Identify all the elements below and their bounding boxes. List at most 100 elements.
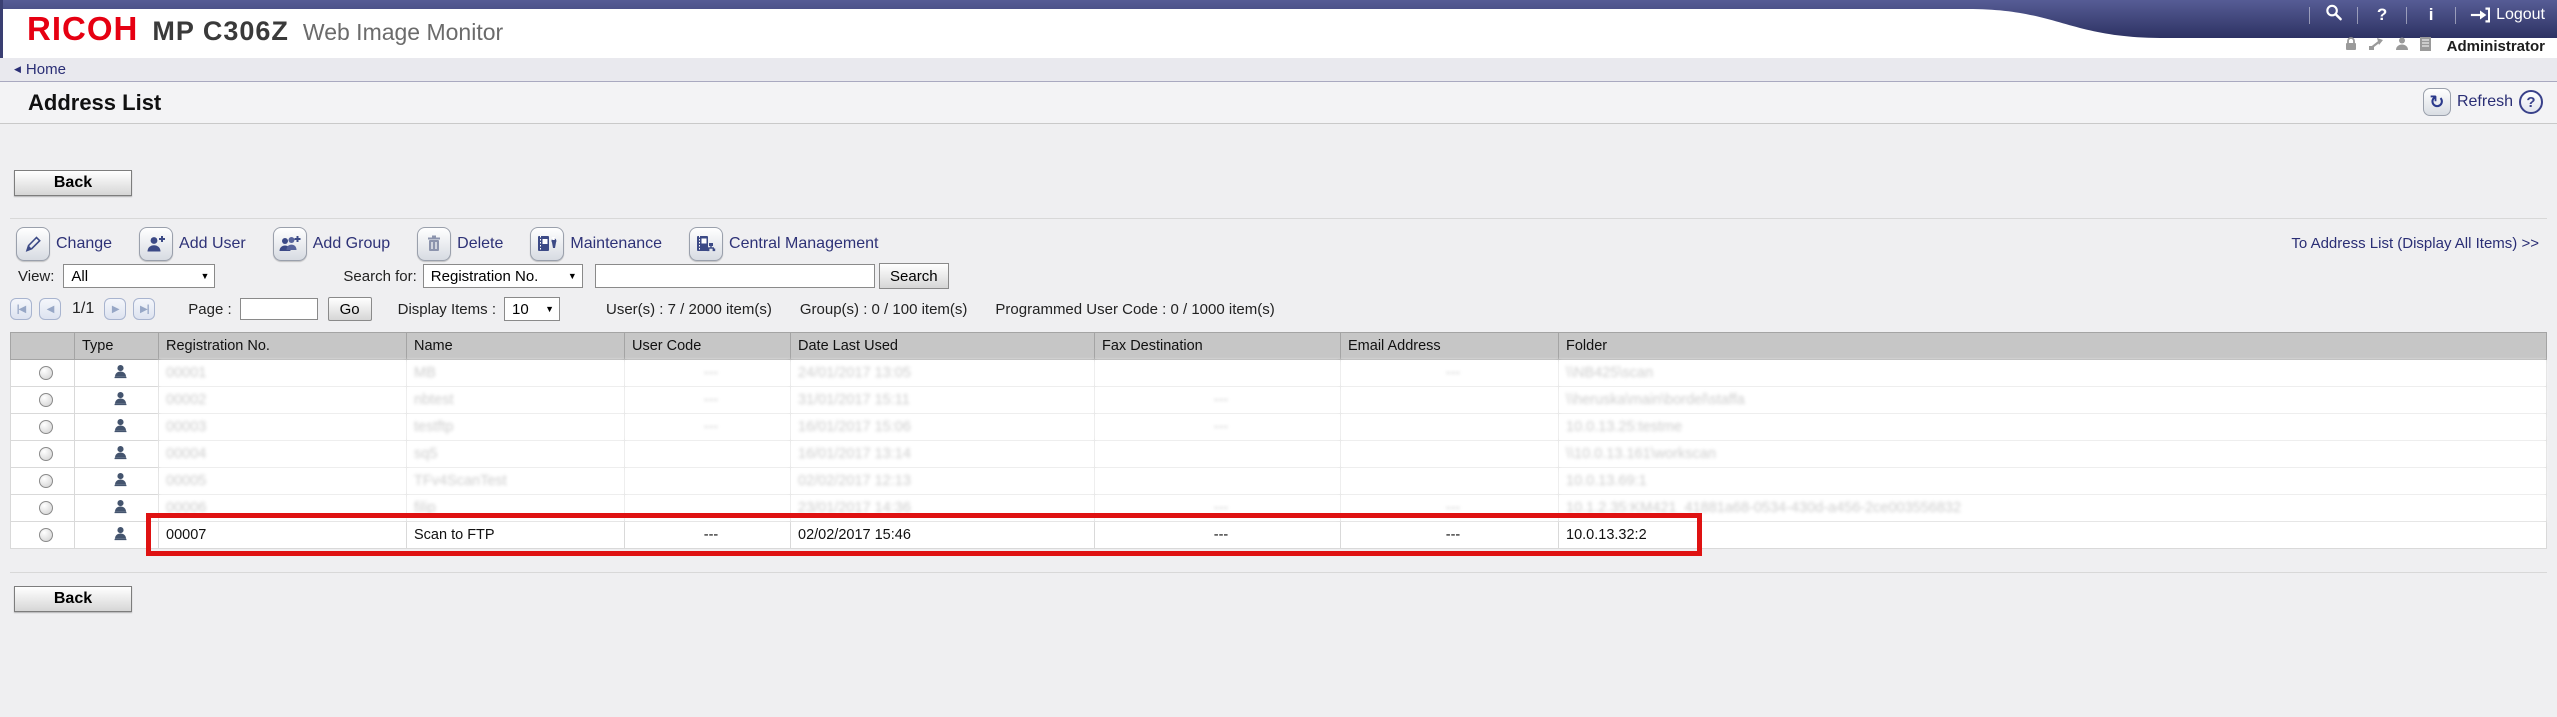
first-page-button[interactable]: |◀: [10, 298, 32, 320]
search-input[interactable]: [595, 264, 875, 288]
central-management-button[interactable]: Central Management: [689, 227, 878, 261]
cell-name: nbtest: [407, 387, 625, 414]
network-icon: [2368, 36, 2385, 57]
row-select-radio[interactable]: [39, 366, 53, 380]
row-select-cell: [11, 495, 75, 522]
row-type-cell: [75, 495, 159, 522]
search-icon[interactable]: [2324, 3, 2343, 27]
filter-row: View: All ▼ Search for: Registration No.…: [18, 263, 949, 289]
cell-name: Scan to FTP: [407, 522, 625, 549]
cell-name: TFv4ScanTest: [407, 468, 625, 495]
cell-fax-destination: [1095, 360, 1341, 387]
cell-user-code: [625, 468, 791, 495]
cell-user-code: ---: [625, 387, 791, 414]
row-select-radio[interactable]: [39, 393, 53, 407]
divider: [2309, 7, 2310, 24]
row-select-cell: [11, 468, 75, 495]
row-type-cell: [75, 441, 159, 468]
table-row: 00003 testftp --- 16/01/2017 15:06 --- 1…: [11, 414, 2547, 441]
refresh-button[interactable]: ↻: [2423, 88, 2451, 116]
cell-user-code: [625, 441, 791, 468]
refresh-label[interactable]: Refresh: [2457, 93, 2513, 111]
app-header: RICOH MP C306Z Web Image Monitor ? i Log…: [0, 0, 2557, 58]
add-group-icon: [273, 227, 307, 261]
row-select-cell: [11, 360, 75, 387]
row-select-radio[interactable]: [39, 501, 53, 515]
cell-folder: \\10.0.13.161\workscan: [1559, 441, 2547, 468]
cell-user-code: ---: [625, 522, 791, 549]
row-select-cell: [11, 414, 75, 441]
row-type-cell: [75, 387, 159, 414]
search-for-select[interactable]: Registration No. ▼: [423, 264, 583, 288]
cell-registration-no: 00003: [159, 414, 407, 441]
display-items-select[interactable]: 10 ▼: [504, 297, 560, 321]
page-title: Address List: [28, 90, 161, 116]
row-select-radio[interactable]: [39, 474, 53, 488]
cell-fax-destination: ---: [1095, 414, 1341, 441]
prev-page-button[interactable]: ◀: [39, 298, 61, 320]
cell-name: filip: [407, 495, 625, 522]
chevron-down-icon: ▼: [568, 271, 577, 281]
back-button-bottom[interactable]: Back: [14, 586, 132, 612]
cell-date-last-used: 31/01/2017 15:11: [791, 387, 1095, 414]
logout-button[interactable]: Logout: [2470, 6, 2545, 24]
row-select-radio[interactable]: [39, 447, 53, 461]
refresh-icon: ↻: [2429, 93, 2444, 111]
cell-date-last-used: 24/01/2017 13:05: [791, 360, 1095, 387]
view-select[interactable]: All ▼: [63, 264, 215, 288]
search-for-label: Search for:: [343, 268, 416, 285]
cell-email-address: ---: [1341, 495, 1559, 522]
title-band: Address List ↻ Refresh ?: [0, 82, 2557, 124]
back-button-top[interactable]: Back: [14, 170, 132, 196]
cell-folder: 10.0.13.69:1: [1559, 468, 2547, 495]
cell-name: sq5: [407, 441, 625, 468]
to-address-list-link[interactable]: To Address List (Display All Items) >>: [2291, 235, 2539, 252]
row-select-cell: [11, 441, 75, 468]
cell-user-code: [625, 495, 791, 522]
search-button[interactable]: Search: [879, 263, 949, 289]
cell-folder: 10.1.2.35:KM421_41881a68-0534-430d-a456-…: [1559, 495, 2547, 522]
col-folder: Folder: [1559, 333, 2547, 360]
add-user-button[interactable]: Add User: [139, 227, 246, 261]
info-icon[interactable]: i: [2421, 5, 2441, 25]
table-row: 00004 sq5 16/01/2017 13:14 \\10.0.13.161…: [11, 441, 2547, 468]
maintenance-button[interactable]: Maintenance: [530, 227, 662, 261]
cell-registration-no: 00006: [159, 495, 407, 522]
cell-fax-destination: ---: [1095, 522, 1341, 549]
cell-fax-destination: [1095, 441, 1341, 468]
row-select-radio[interactable]: [39, 420, 53, 434]
pagination-row: |◀ ◀ 1/1 ▶ ▶| Page : Go Display Items : …: [10, 297, 1275, 321]
cell-registration-no: 00001: [159, 360, 407, 387]
divider: [2406, 7, 2407, 24]
user-type-icon: [112, 530, 129, 546]
go-button[interactable]: Go: [328, 297, 372, 321]
maintenance-icon: [530, 227, 564, 261]
row-select-cell: [11, 522, 75, 549]
add-group-button[interactable]: Add Group: [273, 227, 390, 261]
change-button[interactable]: Change: [16, 227, 112, 261]
row-select-radio[interactable]: [39, 528, 53, 542]
col-user-code: User Code: [625, 333, 791, 360]
chevron-down-icon: ▼: [545, 304, 554, 314]
view-label: View:: [18, 268, 54, 285]
cell-name: testftp: [407, 414, 625, 441]
help-icon[interactable]: ?: [2372, 5, 2392, 25]
last-page-button[interactable]: ▶|: [133, 298, 155, 320]
col-registration-no: Registration No.: [159, 333, 407, 360]
next-page-button[interactable]: ▶: [104, 298, 126, 320]
breadcrumb-home-link[interactable]: Home: [26, 61, 66, 78]
cell-email-address: [1341, 468, 1559, 495]
user-type-icon: [112, 395, 129, 411]
address-table: Type Registration No. Name User Code Dat…: [10, 332, 2547, 549]
divider: [2357, 7, 2358, 24]
cell-email-address: ---: [1341, 522, 1559, 549]
cell-folder: \\NB425\scan: [1559, 360, 2547, 387]
page-input[interactable]: [240, 298, 318, 320]
app-title: Web Image Monitor: [303, 19, 503, 46]
page-help-button[interactable]: ?: [2519, 90, 2543, 114]
delete-button[interactable]: Delete: [417, 227, 503, 261]
table-row: 00006 filip 23/01/2017 14:36 --- --- 10.…: [11, 495, 2547, 522]
central-management-icon: [689, 227, 723, 261]
cell-date-last-used: 02/02/2017 15:46: [791, 522, 1095, 549]
cell-folder: \\heruska\main\bordel\staffa: [1559, 387, 2547, 414]
